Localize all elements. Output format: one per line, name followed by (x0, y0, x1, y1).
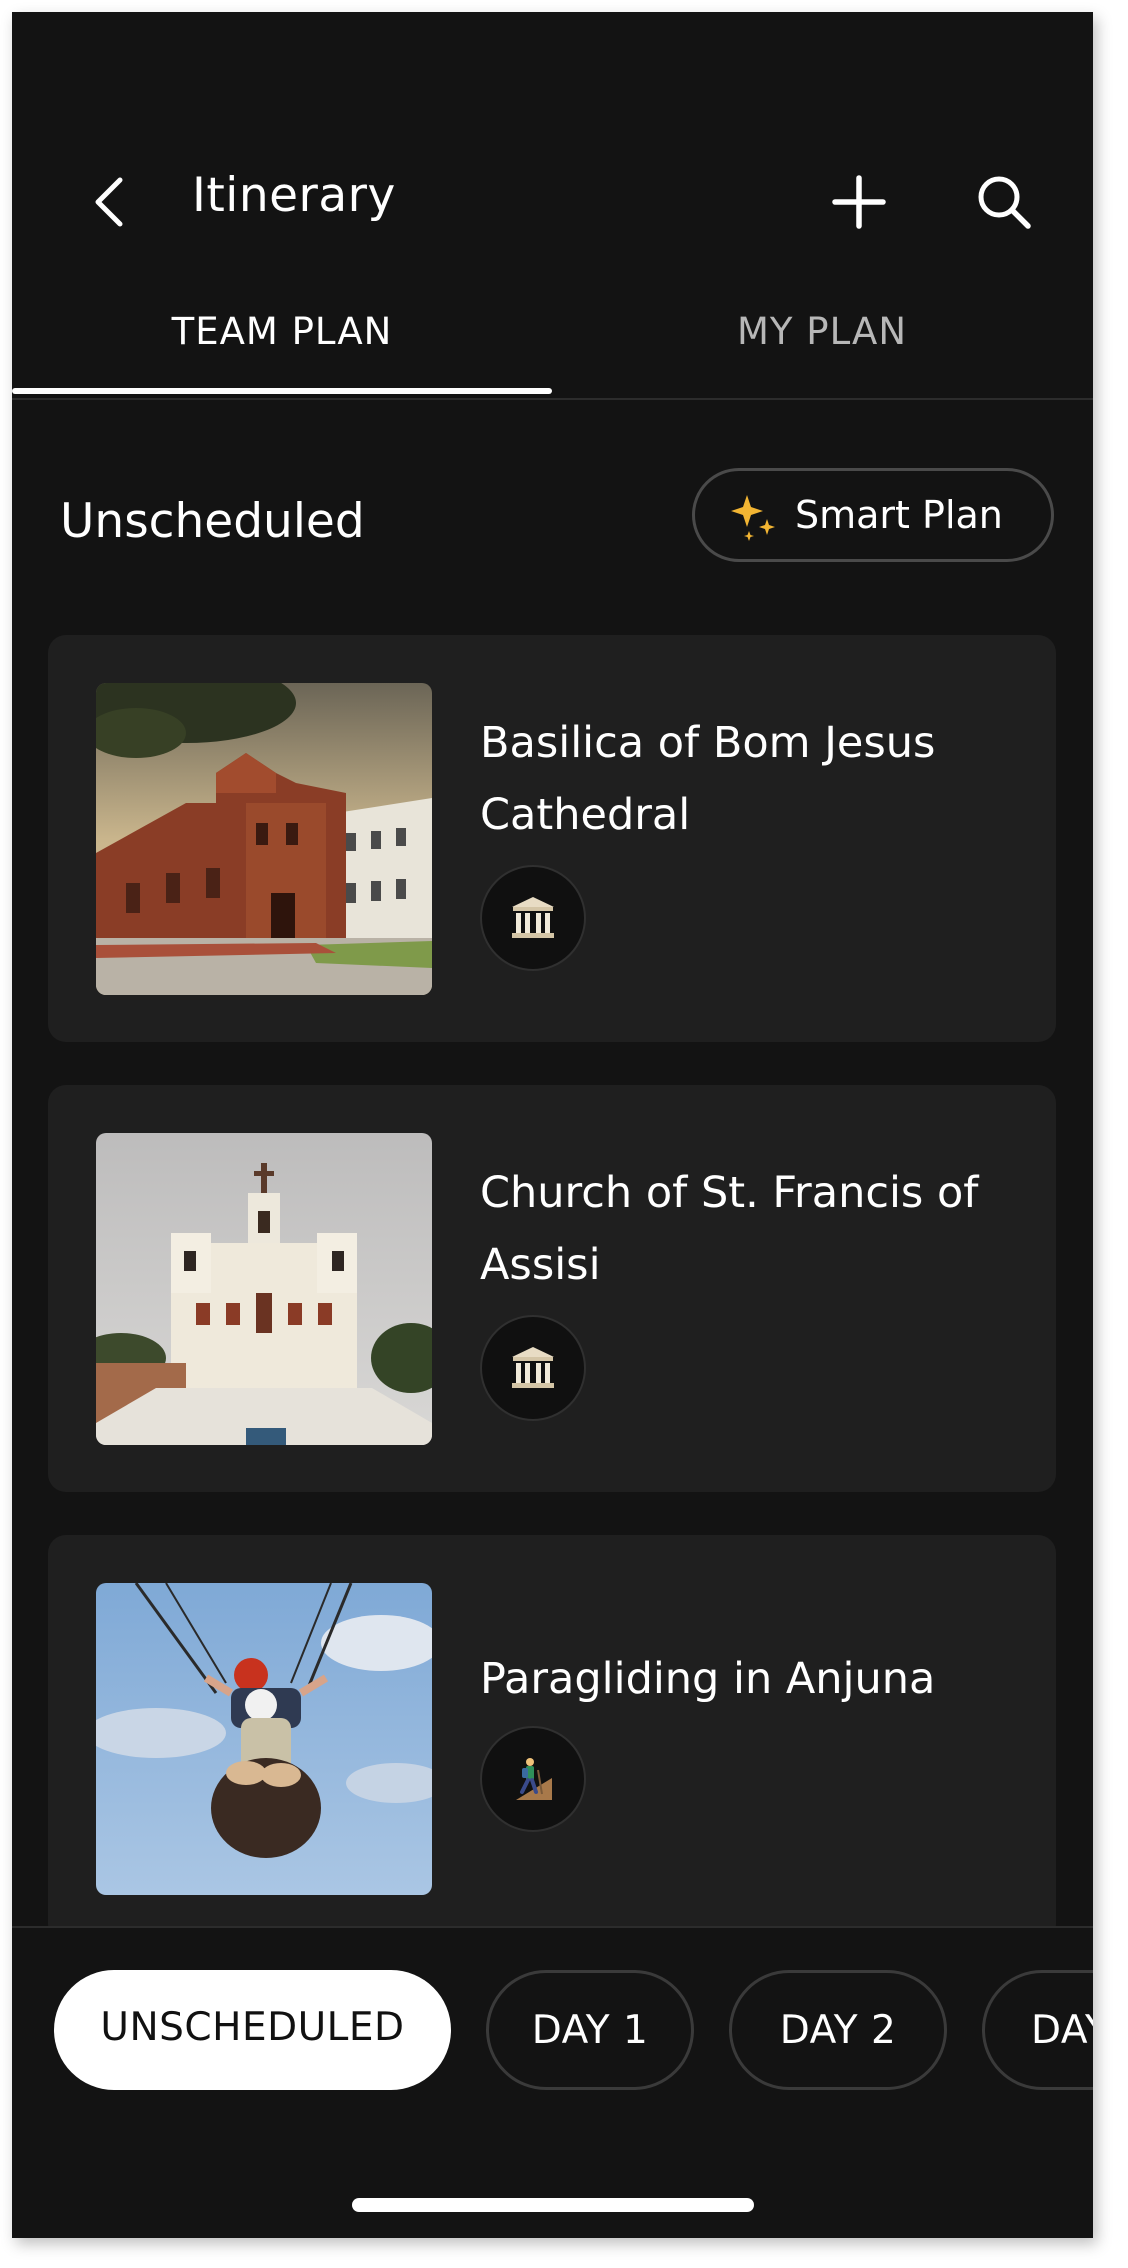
place-card[interactable]: Paragliding in Anjuna (48, 1535, 1056, 1942)
place-card[interactable]: Church of St. Francis of Assisi (48, 1085, 1056, 1492)
filter-day-3[interactable]: DAY 3 (982, 1970, 1093, 2090)
chevron-left-icon (95, 177, 123, 227)
place-name: Church of St. Francis of Assisi (480, 1168, 979, 1290)
museum-icon (512, 897, 554, 938)
section-title: Unscheduled (60, 494, 365, 549)
add-button[interactable] (827, 170, 891, 234)
plan-tabs: TEAM PLAN MY PLAN (12, 280, 1093, 400)
active-tab-indicator (12, 388, 552, 394)
filter-unscheduled[interactable]: UNSCHEDULED (54, 1970, 451, 2090)
place-photo (96, 683, 432, 995)
tab-team-plan[interactable]: TEAM PLAN (12, 310, 552, 353)
filter-day-1[interactable]: DAY 1 (486, 1970, 694, 2090)
search-button[interactable] (972, 170, 1036, 234)
museum-icon (512, 1347, 554, 1388)
smart-plan-button[interactable]: Smart Plan (692, 468, 1054, 562)
top-bar: Itinerary (12, 132, 1093, 272)
hiking-icon (516, 1758, 552, 1800)
place-photo (96, 1583, 432, 1895)
category-badge (480, 1726, 586, 1832)
place-name: Paragliding in Anjuna (480, 1654, 936, 1704)
app-screen: Itinerary TEAM PLAN MY PLAN Unscheduled … (12, 12, 1093, 2238)
place-photo (96, 1133, 432, 1445)
place-card[interactable]: Basilica of Bom Jesus Cathedral (48, 635, 1056, 1042)
page-title: Itinerary (192, 168, 396, 223)
search-icon (978, 176, 1031, 229)
filter-day-2[interactable]: DAY 2 (729, 1970, 947, 2090)
home-indicator[interactable] (352, 2198, 754, 2212)
category-badge (480, 865, 586, 971)
smart-plan-label: Smart Plan (795, 493, 1003, 537)
tab-my-plan[interactable]: MY PLAN (552, 310, 1092, 353)
category-badge (480, 1315, 586, 1421)
back-button[interactable] (80, 172, 140, 232)
sparkles-icon (731, 495, 775, 541)
plus-icon (832, 175, 886, 229)
place-name: Basilica of Bom Jesus Cathedral (480, 718, 936, 840)
day-filter-bar: UNSCHEDULED DAY 1 DAY 2 DAY 3 (12, 1926, 1093, 2238)
